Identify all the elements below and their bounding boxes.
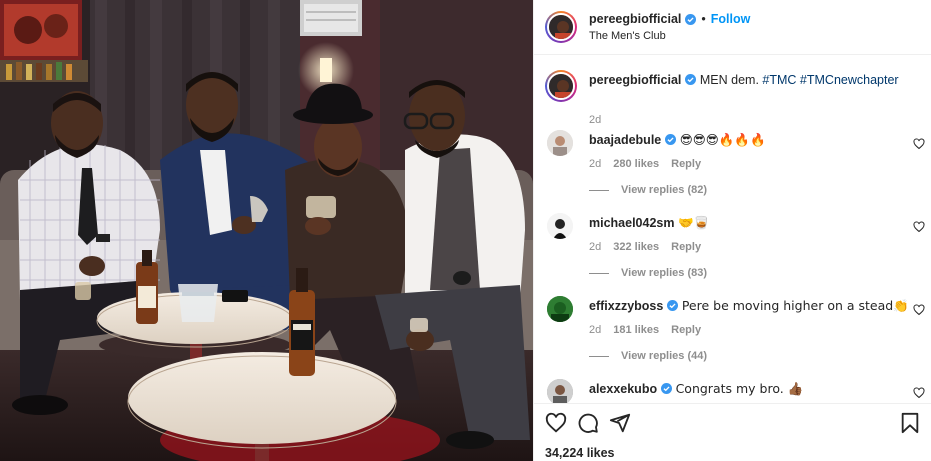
post-side-panel: pereegbiofficial • Follow The Men's Club [533, 0, 931, 461]
commenter-avatar-image [547, 296, 573, 322]
view-replies-label: View replies (82) [621, 184, 708, 196]
commenter-username[interactable]: michael042sm [589, 216, 674, 230]
verified-icon [685, 13, 697, 25]
replies-divider [589, 272, 609, 274]
comment-likes[interactable]: 280 likes [613, 158, 659, 170]
commenter-username[interactable]: effixzzyboss [589, 299, 663, 313]
commenter-avatar-image [547, 213, 573, 239]
follow-button[interactable]: Follow [711, 12, 751, 26]
post-caption: pereegbiofficial MEN dem. #TMC #TMCnewch… [545, 70, 899, 126]
commenter-avatar-image [547, 130, 573, 156]
reply-button[interactable]: Reply [671, 324, 701, 336]
view-replies-label: View replies (44) [621, 350, 708, 362]
author-avatar-image [549, 15, 573, 39]
comments-list[interactable]: pereegbiofficial MEN dem. #TMC #TMCnewch… [534, 56, 931, 403]
caption-username[interactable]: pereegbiofficial [589, 73, 681, 87]
comment-icon[interactable] [577, 412, 599, 434]
dot-separator: • [701, 12, 706, 26]
view-replies-button[interactable]: View replies (44) [589, 350, 707, 362]
hashtag-link[interactable]: #TMCnewchapter [800, 73, 899, 87]
caption-time[interactable]: 2d [589, 114, 601, 126]
commenter-avatar[interactable] [547, 130, 573, 156]
commenter-avatar[interactable] [547, 296, 573, 322]
view-replies-label: View replies (83) [621, 267, 708, 279]
verified-icon [665, 134, 677, 145]
reply-button[interactable]: Reply [671, 241, 701, 253]
comment-time[interactable]: 2d [589, 158, 601, 170]
comment-likes[interactable]: 181 likes [613, 324, 659, 336]
comment-like-heart-icon[interactable] [913, 221, 925, 233]
post-likes-count[interactable]: 34,224 likes [545, 446, 615, 460]
commenter-avatar-image [547, 379, 573, 403]
comment-text: 😎😎😎🔥🔥🔥 [679, 132, 766, 147]
hashtag-link[interactable]: #TMC [762, 73, 796, 87]
comment-likes[interactable]: 322 likes [613, 241, 659, 253]
reply-button[interactable]: Reply [671, 158, 701, 170]
commenter-avatar[interactable] [547, 379, 573, 403]
commenter-avatar[interactable] [547, 213, 573, 239]
author-avatar[interactable] [545, 11, 577, 43]
share-icon[interactable] [609, 412, 631, 434]
replies-divider [589, 355, 609, 357]
bookmark-icon[interactable] [899, 412, 921, 434]
comment-like-heart-icon[interactable] [913, 387, 925, 399]
replies-divider [589, 189, 609, 191]
post-location[interactable]: The Men's Club [589, 30, 750, 42]
heart-icon[interactable] [545, 412, 567, 434]
verified-icon [685, 74, 697, 85]
caption-author-avatar[interactable] [545, 70, 577, 102]
commenter-username[interactable]: alexxekubo [589, 382, 657, 396]
comment-like-heart-icon[interactable] [913, 138, 925, 150]
comment-text: Congrats my bro. 👍🏾 [675, 381, 804, 396]
comment-time[interactable]: 2d [589, 241, 601, 253]
comment-time[interactable]: 2d [589, 324, 601, 336]
post-actions-bar: 34,224 likes [534, 403, 931, 461]
view-replies-button[interactable]: View replies (83) [589, 267, 707, 279]
post-header: pereegbiofficial • Follow The Men's Club [534, 0, 931, 55]
verified-icon [667, 300, 679, 311]
comment-like-heart-icon[interactable] [913, 304, 925, 316]
view-replies-button[interactable]: View replies (82) [589, 184, 707, 196]
caption-avatar-image [549, 74, 573, 98]
comment-text: 🤝🥃 [677, 215, 710, 230]
commenter-username[interactable]: baajadebule [589, 133, 661, 147]
author-username[interactable]: pereegbiofficial [589, 12, 681, 26]
comment-text: Pere be moving higher on a stead👏 [681, 298, 909, 313]
caption-text: MEN dem. [699, 73, 759, 87]
photo-scene [0, 0, 533, 461]
verified-icon [661, 383, 673, 394]
post-photo[interactable] [0, 0, 533, 461]
